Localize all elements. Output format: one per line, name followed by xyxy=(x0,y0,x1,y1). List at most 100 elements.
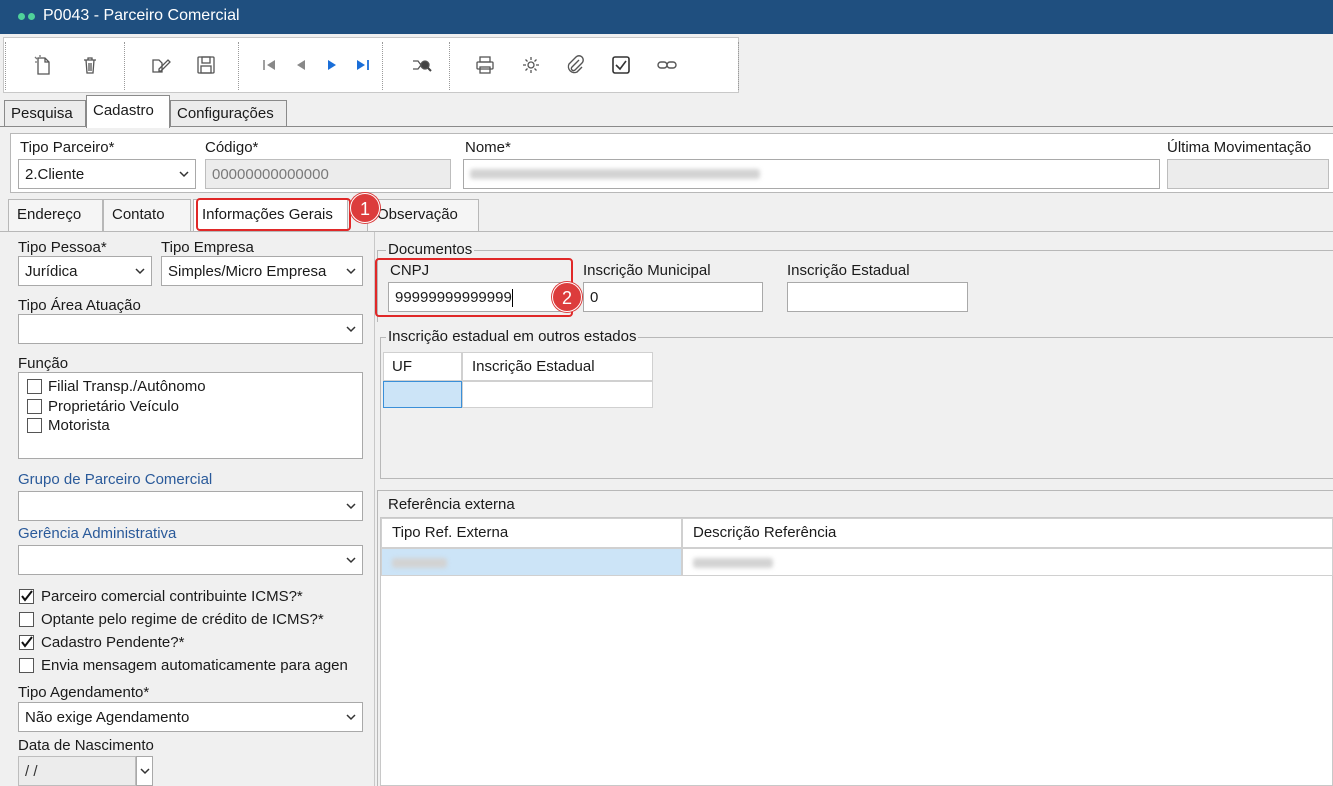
tipo-empresa-label: Tipo Empresa xyxy=(161,239,254,256)
table-row[interactable] xyxy=(381,548,682,576)
tipo-agendamento-label: Tipo Agendamento* xyxy=(18,684,150,701)
gerencia-label: Gerência Administrativa xyxy=(18,525,177,542)
funcao-item: Proprietário Veículo xyxy=(48,398,179,415)
link-icon[interactable] xyxy=(654,52,680,78)
blurred-value xyxy=(392,558,447,568)
tipo-pessoa-value: Jurídica xyxy=(25,263,78,280)
tab-configuracoes[interactable]: Configurações xyxy=(170,100,287,127)
chevron-down-icon xyxy=(140,768,150,775)
blurred-name xyxy=(470,169,760,179)
referencia-label: Referência externa xyxy=(386,496,517,513)
inscricao-municipal-field[interactable]: 0 xyxy=(583,282,763,312)
funcao-item: Filial Transp./Autônomo xyxy=(48,378,206,395)
funcao-checkbox[interactable] xyxy=(27,379,42,394)
tipo-parceiro-value: 2.Cliente xyxy=(25,166,85,183)
optante-credito-checkbox[interactable] xyxy=(19,612,34,627)
funcao-checkbox[interactable] xyxy=(27,399,42,414)
previous-record-icon[interactable] xyxy=(288,52,314,78)
grupo-parceiro-select[interactable] xyxy=(18,491,363,521)
envia-mensagem-label: Envia mensagem automaticamente para agen xyxy=(41,657,348,674)
approve-check-icon[interactable] xyxy=(608,52,634,78)
chevron-down-icon xyxy=(346,326,356,333)
inscricao-estadual-field[interactable] xyxy=(787,282,968,312)
column-header-uf[interactable]: UF xyxy=(383,352,462,381)
tipo-area-label: Tipo Área Atuação xyxy=(18,297,141,314)
inscricao-cell[interactable] xyxy=(462,381,653,408)
date-picker-button[interactable] xyxy=(136,756,153,786)
chevron-down-icon xyxy=(346,557,356,564)
uf-cell[interactable] xyxy=(383,381,462,408)
column-header-tipo-ref[interactable]: Tipo Ref. Externa xyxy=(381,518,682,548)
outros-estados-label: Inscrição estadual em outros estados xyxy=(386,328,639,345)
contribuinte-icms-checkbox[interactable] xyxy=(19,589,34,604)
documentos-label: Documentos xyxy=(386,241,475,258)
codigo-field[interactable]: 00000000000000 xyxy=(205,159,451,189)
highlight-box xyxy=(375,258,573,317)
save-icon[interactable] xyxy=(193,52,219,78)
tipo-pessoa-label: Tipo Pessoa* xyxy=(18,239,107,256)
tab-contato[interactable]: Contato xyxy=(103,199,191,232)
tipo-parceiro-select[interactable]: 2.Cliente xyxy=(18,159,196,189)
tab-pesquisa[interactable]: Pesquisa xyxy=(4,100,86,127)
chevron-down-icon xyxy=(346,714,356,721)
check-icon xyxy=(21,636,33,648)
column-header-descricao-ref[interactable]: Descrição Referência xyxy=(682,518,1333,548)
blurred-value xyxy=(693,558,773,568)
chevron-down-icon xyxy=(179,171,189,178)
search-record-icon[interactable] xyxy=(408,52,434,78)
check-icon xyxy=(21,590,33,602)
column-header-inscricao[interactable]: Inscrição Estadual xyxy=(462,352,653,381)
next-record-icon[interactable] xyxy=(319,52,345,78)
last-record-icon[interactable] xyxy=(350,52,376,78)
ultima-movimentacao-label: Última Movimentação xyxy=(1167,139,1312,156)
gerencia-select[interactable] xyxy=(18,545,363,575)
tab-cadastro[interactable]: Cadastro xyxy=(86,95,170,128)
tipo-empresa-value: Simples/Micro Empresa xyxy=(168,263,327,280)
first-record-icon[interactable] xyxy=(256,52,282,78)
print-icon[interactable] xyxy=(472,52,498,78)
nome-field[interactable] xyxy=(463,159,1160,189)
window-titlebar: P0043 - Parceiro Comercial xyxy=(0,0,1333,34)
inscricao-estadual-label: Inscrição Estadual xyxy=(787,262,910,279)
funcao-label: Função xyxy=(18,355,69,372)
tipo-agendamento-select[interactable]: Não exige Agendamento xyxy=(18,702,363,732)
highlight-box xyxy=(196,198,351,231)
window-title: P0043 - Parceiro Comercial xyxy=(43,7,240,24)
tab-endereco[interactable]: Endereço xyxy=(8,199,103,232)
tipo-area-select[interactable] xyxy=(18,314,363,344)
chevron-down-icon xyxy=(135,268,145,275)
edit-icon[interactable] xyxy=(147,52,173,78)
inscricao-municipal-label: Inscrição Municipal xyxy=(583,262,711,279)
tipo-empresa-select[interactable]: Simples/Micro Empresa xyxy=(161,256,363,286)
status-dot-icon xyxy=(18,13,25,20)
settings-gear-icon[interactable] xyxy=(518,52,544,78)
tipo-agendamento-value: Não exige Agendamento xyxy=(25,709,190,726)
nome-label: Nome* xyxy=(465,139,511,156)
tab-observacao[interactable]: Observação xyxy=(367,199,479,232)
optante-credito-label: Optante pelo regime de crédito de ICMS?* xyxy=(41,611,324,628)
callout-badge: 2 xyxy=(552,282,582,312)
tipo-parceiro-label: Tipo Parceiro* xyxy=(20,139,115,156)
funcao-checkbox[interactable] xyxy=(27,418,42,433)
chevron-down-icon xyxy=(346,503,356,510)
tipo-pessoa-select[interactable]: Jurídica xyxy=(18,256,152,286)
new-document-icon[interactable] xyxy=(30,52,56,78)
funcao-item: Motorista xyxy=(48,417,110,434)
table-row[interactable] xyxy=(682,548,1333,576)
codigo-label: Código* xyxy=(205,139,259,156)
envia-mensagem-checkbox[interactable] xyxy=(19,658,34,673)
grupo-parceiro-label: Grupo de Parceiro Comercial xyxy=(18,471,213,488)
main-tabs: Pesquisa Cadastro Configurações xyxy=(0,95,1333,128)
cadastro-pendente-label: Cadastro Pendente?* xyxy=(41,634,185,651)
delete-icon[interactable] xyxy=(77,52,103,78)
attachment-icon[interactable] xyxy=(562,52,588,78)
chevron-down-icon xyxy=(346,268,356,275)
ultima-movimentacao-field xyxy=(1167,159,1329,189)
callout-badge: 1 xyxy=(350,193,380,223)
data-nascimento-field[interactable]: / / xyxy=(18,756,136,786)
cadastro-pendente-checkbox[interactable] xyxy=(19,635,34,650)
data-nascimento-label: Data de Nascimento xyxy=(18,737,154,754)
toolbar xyxy=(3,37,739,93)
contribuinte-icms-label: Parceiro comercial contribuinte ICMS?* xyxy=(41,588,303,605)
status-dot-icon xyxy=(28,13,35,20)
